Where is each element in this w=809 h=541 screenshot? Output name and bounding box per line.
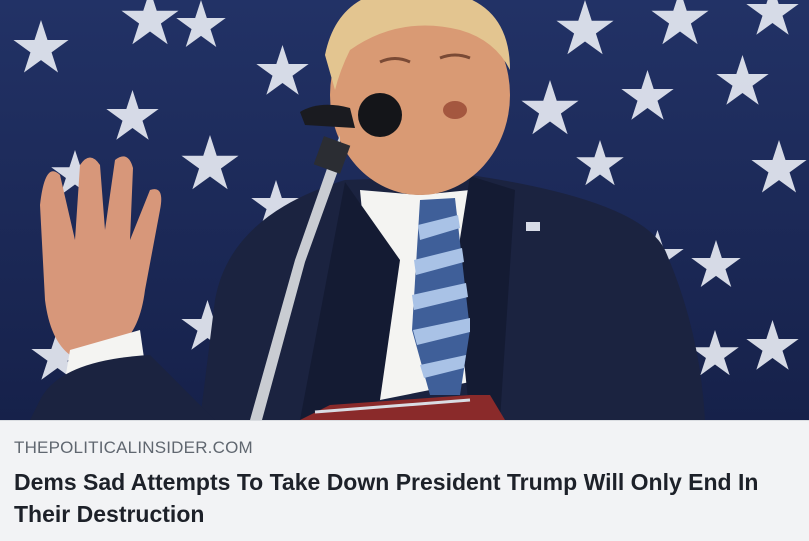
photo-illustration: [0, 0, 809, 420]
mouth: [443, 101, 467, 119]
link-preview-card[interactable]: THEPOLITICALINSIDER.COM Dems Sad Attempt…: [0, 0, 809, 541]
flag-pin: [526, 222, 540, 231]
source-domain: THEPOLITICALINSIDER.COM: [14, 438, 253, 457]
link-caption[interactable]: THEPOLITICALINSIDER.COM Dems Sad Attempt…: [0, 420, 809, 541]
article-photo[interactable]: [0, 0, 809, 420]
article-headline[interactable]: Dems Sad Attempts To Take Down President…: [14, 466, 794, 530]
